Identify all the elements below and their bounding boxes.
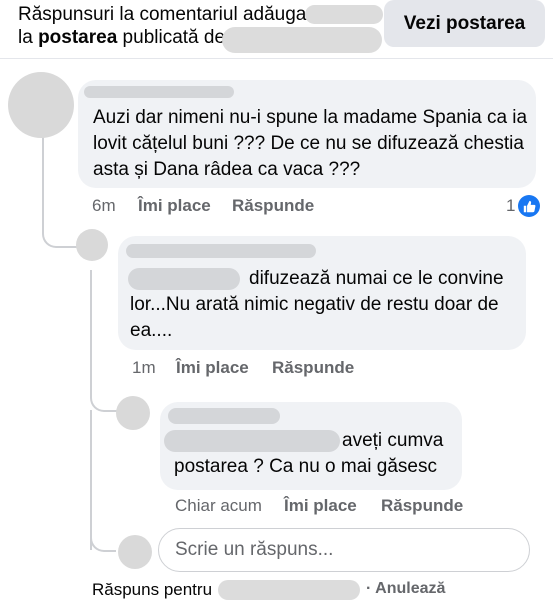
avatar[interactable] (116, 396, 150, 430)
comment-text-2b: lor...Nu arată nimic negativ de restu do… (130, 294, 499, 341)
comment-text-1: Auzi dar nimeni nu-i spune la madame Spa… (93, 107, 528, 180)
comment-bubble-3: aveți cumva postarea ? Ca nu o mai găses… (160, 402, 462, 490)
like-button-1[interactable]: Îmi place (138, 196, 211, 215)
comment-time-1: 6m (92, 196, 116, 215)
comment-time-3: Chiar acum (175, 496, 262, 515)
header-line2-prefix: la (18, 27, 39, 48)
like-button-3[interactable]: Îmi place (284, 496, 357, 515)
header-line2-suffix: publicată de (117, 27, 226, 48)
reply-placeholder: Scrie un răspuns... (175, 539, 334, 560)
redacted-commenter-name (126, 244, 316, 258)
header-line1: Răspunsuri la comentariul adăuga (18, 4, 307, 25)
post-link[interactable]: postarea (38, 27, 117, 48)
redacted-commenter-name (305, 5, 383, 24)
thread-connector-2 (90, 270, 120, 412)
cancel-reply-link[interactable]: · Anulează (366, 580, 445, 598)
redacted-mention (164, 430, 340, 452)
avatar (118, 535, 152, 569)
header-divider (0, 58, 553, 59)
redacted-author-name (222, 27, 382, 53)
replying-to-label: Răspuns pentru (92, 580, 213, 599)
avatar[interactable] (76, 229, 108, 261)
reaction-count-1[interactable]: 1 (506, 196, 515, 216)
view-post-label: Vezi postarea (403, 12, 526, 34)
redacted-commenter-name (168, 408, 280, 424)
comment-text-3a: aveți cumva (342, 430, 444, 451)
redacted-reply-target (218, 580, 360, 600)
reply-button-3[interactable]: Răspunde (381, 496, 463, 515)
reply-input[interactable]: Scrie un răspuns... (158, 528, 530, 572)
like-button-2[interactable]: Îmi place (176, 358, 249, 377)
comment-text-2a: difuzează numai ce le convine (249, 268, 504, 289)
like-reaction-icon[interactable] (518, 195, 540, 217)
comment-time-2: 1m (132, 358, 156, 377)
comment-text-3b: postarea ? Ca nu o mai găsesc (174, 456, 437, 477)
thread-connector-4 (90, 520, 116, 552)
reply-button-2[interactable]: Răspunde (272, 358, 354, 377)
comment-bubble-2: difuzează numai ce le convine lor...Nu a… (118, 236, 526, 350)
redacted-mention (128, 268, 240, 290)
comment-bubble-1: Auzi dar nimeni nu-i spune la madame Spa… (78, 80, 536, 188)
avatar[interactable] (8, 72, 74, 138)
reply-button-1[interactable]: Răspunde (232, 196, 314, 215)
view-post-button[interactable]: Vezi postarea (384, 0, 545, 47)
redacted-commenter-name (84, 86, 234, 98)
